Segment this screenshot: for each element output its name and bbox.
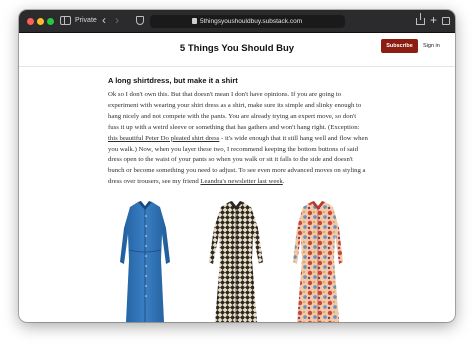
leandra-newsletter-link[interactable]: Leandra's newsletter last week (200, 178, 282, 185)
sign-in-link[interactable]: Sign in (423, 39, 440, 53)
share-icon[interactable] (416, 13, 425, 25)
section-heading: A long shirtdress, but make it a shirt (108, 76, 238, 85)
product-image-check-dress[interactable] (205, 200, 267, 322)
browser-window: Private ‹ › 5thingsyoushouldbuy.substack… (19, 10, 455, 322)
lock-icon (192, 18, 197, 24)
url-text[interactable]: 5thingsyoushouldbuy.substack.com (200, 17, 302, 26)
site-header: 5 Things You Should Buy Subscribe Sign i… (19, 33, 455, 67)
address-bar[interactable]: 5thingsyoushouldbuy.substack.com (150, 15, 345, 28)
subscribe-button[interactable]: Subscribe (381, 39, 418, 53)
product-image-paisley-dress[interactable] (287, 200, 349, 322)
close-window-button[interactable] (27, 18, 34, 25)
paragraph-text: . (282, 178, 285, 186)
private-mode-label: Private (75, 17, 97, 24)
product-image-blue-dress[interactable] (114, 200, 176, 322)
forward-button[interactable]: › (115, 13, 119, 27)
browser-toolbar: Private ‹ › 5thingsyoushouldbuy.substack… (19, 10, 455, 33)
minimize-window-button[interactable] (37, 18, 44, 25)
back-button[interactable]: ‹ (102, 13, 106, 27)
privacy-shield-icon[interactable] (136, 16, 144, 25)
zoom-window-button[interactable] (47, 18, 54, 25)
new-tab-icon[interactable]: + (430, 14, 439, 26)
article-paragraph: Ok so I don't own this. But that doesn't… (108, 90, 368, 188)
sidebar-toggle-icon[interactable] (60, 16, 71, 25)
paragraph-text: Ok so I don't own this. But that doesn't… (108, 91, 362, 131)
peter-do-dress-link[interactable]: this beautiful Peter Do pleated shirt dr… (108, 135, 219, 142)
article: A long shirtdress, but make it a shirt O… (108, 76, 368, 188)
tab-overview-icon[interactable] (442, 17, 450, 25)
